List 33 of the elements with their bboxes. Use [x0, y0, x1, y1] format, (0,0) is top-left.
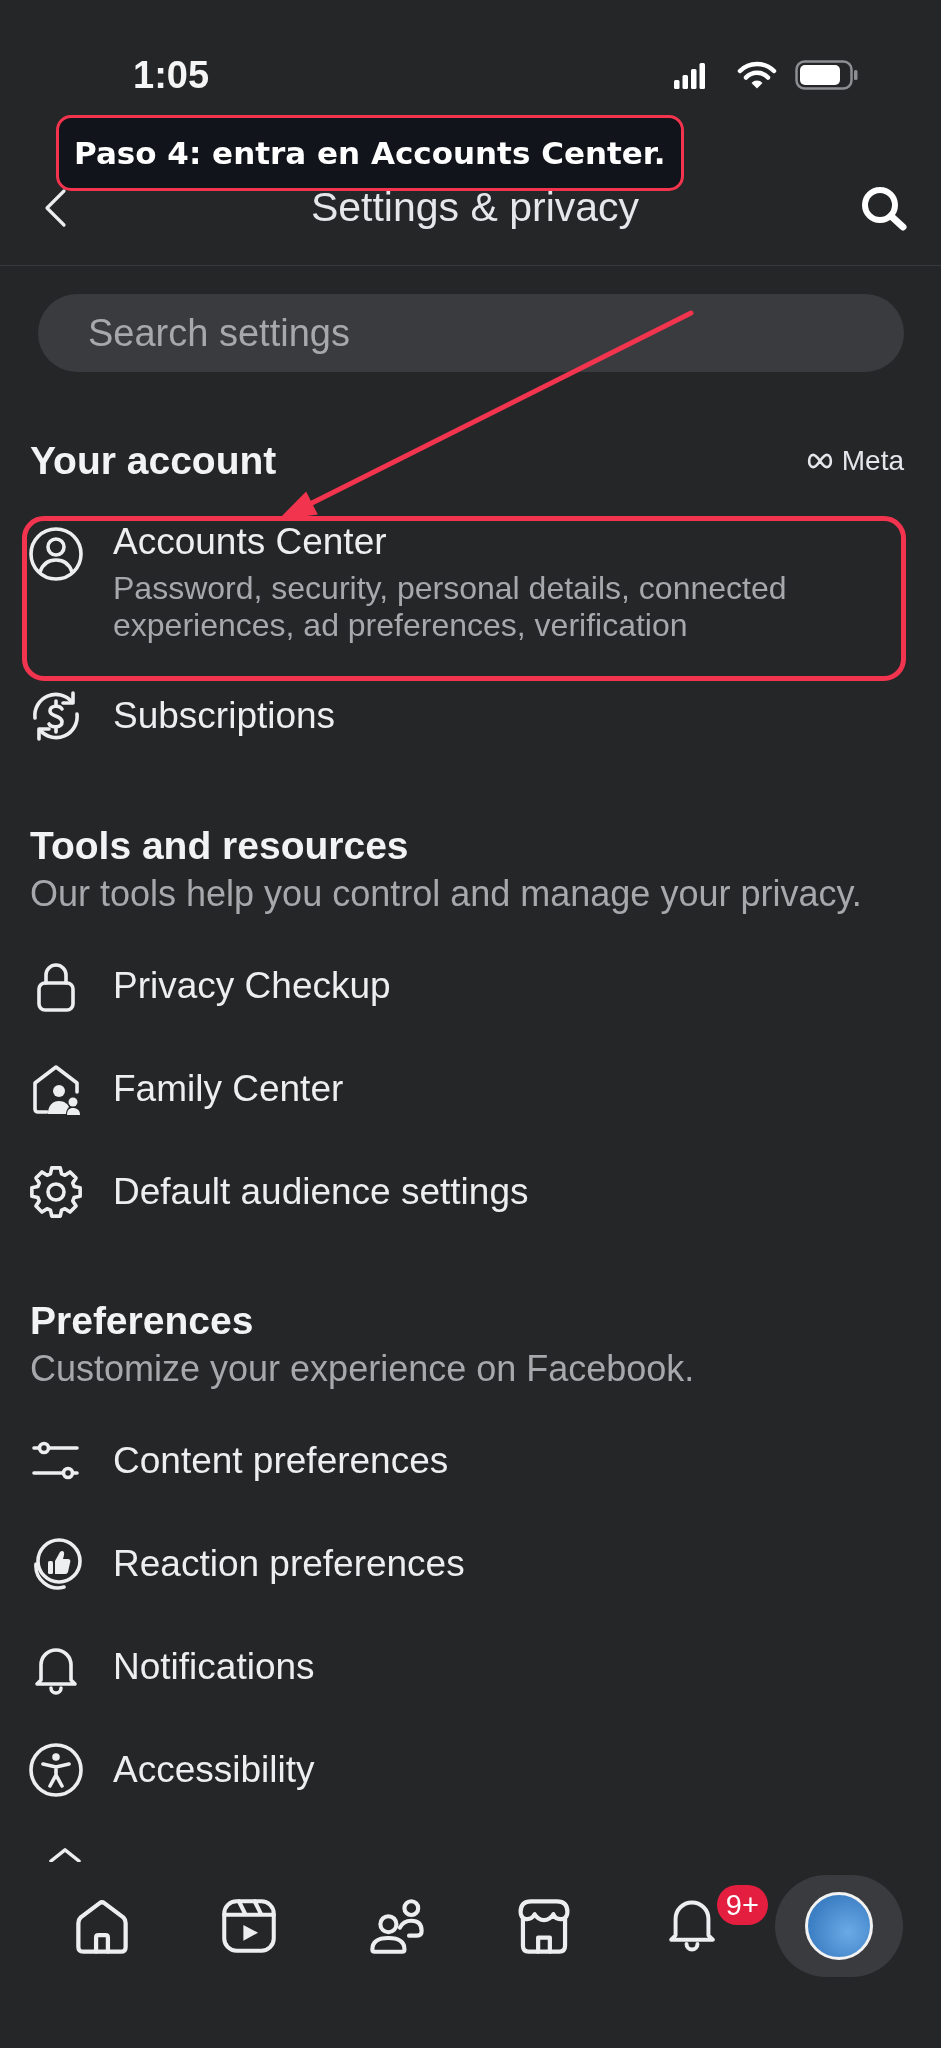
brand-label: Meta [841, 445, 904, 477]
section-heading: Your account [30, 439, 277, 483]
person-circle-icon [28, 526, 84, 582]
gear-icon [28, 1163, 84, 1220]
step-callout: Paso 4: entra en Accounts Center. [56, 115, 685, 191]
menu-item[interactable]: Reaction preferences [22, 1531, 906, 1597]
section-heading: Preferences [30, 1299, 254, 1343]
storefront-icon[interactable] [518, 1898, 571, 1954]
status-time: 1:05 [133, 53, 210, 97]
home-icon[interactable] [75, 1898, 128, 1954]
accessibility-icon [28, 1742, 84, 1798]
menu-item[interactable]: Accounts Center Password, security, personal details, connected experiences, ad preferences, verification [22, 516, 906, 681]
item-description: Password, security, personal details, connected experiences, ad preferences, verification [113, 570, 788, 644]
search-field[interactable]: Search settings [38, 294, 904, 372]
section-description: Our tools help you control and manage your privacy. [29, 873, 863, 914]
wifi-icon [737, 60, 777, 90]
menu-item[interactable]: Privacy Checkup [22, 952, 906, 1019]
notification-badge: 9+ [716, 1885, 768, 1925]
bell-icon[interactable] [668, 1900, 715, 1952]
search-icon[interactable] [860, 184, 908, 231]
menu-item[interactable]: Subscriptions [22, 683, 906, 749]
section-description: Customize your experience on Facebook. [29, 1349, 696, 1389]
battery-icon [795, 60, 858, 90]
menu-item[interactable]: Notifications [22, 1634, 906, 1700]
menu-item[interactable]: Family Center [22, 1055, 906, 1122]
menu-item[interactable]: Default audience settings [22, 1158, 906, 1225]
signal-icon [674, 61, 705, 89]
people-icon[interactable] [369, 1898, 424, 1954]
caret-up-icon [48, 1846, 82, 1862]
play-icon[interactable] [222, 1899, 277, 1953]
menu-item[interactable]: Accessibility [22, 1737, 906, 1803]
section-heading: Tools and resources [30, 823, 409, 868]
menu-item[interactable]: Content preferences [22, 1428, 906, 1494]
